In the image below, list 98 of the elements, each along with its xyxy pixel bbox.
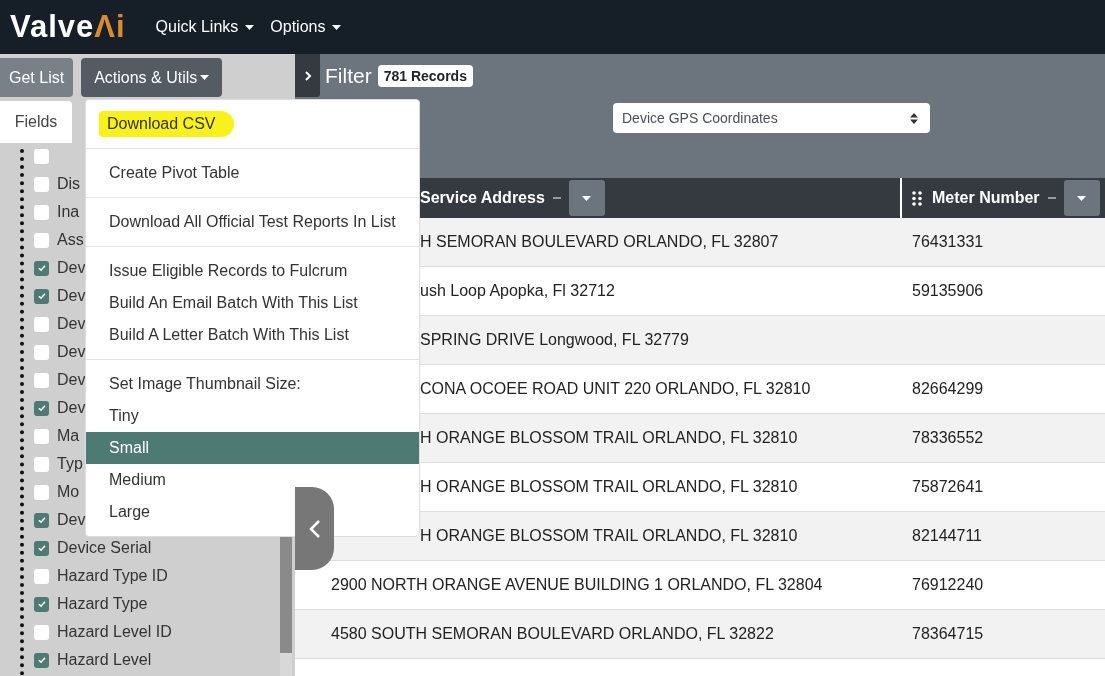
table-cell: 76912240 (912, 576, 984, 593)
field-label: Dev (57, 287, 86, 305)
checkbox[interactable] (34, 428, 49, 444)
checkbox[interactable] (34, 204, 49, 220)
field-label: Ass (57, 231, 84, 249)
field-label: Ma (57, 427, 80, 445)
table-cell: 76431331 (912, 233, 984, 250)
table-cell: 78336552 (912, 429, 984, 446)
checkbox[interactable] (34, 512, 49, 528)
field-label: Hazard Type (57, 595, 148, 613)
menu-item[interactable]: Build A Letter Batch With This List (86, 319, 419, 351)
column-menu-button[interactable] (1063, 180, 1100, 216)
nav-menu[interactable]: Quick Links (147, 18, 263, 36)
checkbox[interactable] (34, 372, 49, 388)
checkbox[interactable] (34, 260, 49, 276)
field-label: Device Serial (57, 539, 152, 557)
field-label: Dev (57, 259, 86, 277)
menu-item[interactable]: Create Pivot Table (86, 157, 419, 189)
table-cell: H ORANGE BLOSSOM TRAIL ORLANDO, FL 32810 (420, 478, 798, 495)
check-icon (36, 403, 47, 413)
chevron-left-icon (308, 518, 321, 539)
checkbox[interactable] (34, 232, 49, 248)
checkbox[interactable] (34, 176, 49, 192)
caret-icon (582, 195, 592, 201)
menu-option[interactable]: Small (86, 432, 419, 464)
dash-icon (1047, 197, 1056, 199)
column-header[interactable]: Meter Number (932, 189, 1040, 207)
caret-icon (332, 24, 342, 30)
field-label: Dis (57, 175, 81, 193)
record-count-badge: 781 Records (377, 64, 473, 87)
logo[interactable]: ValveΛi (10, 9, 126, 45)
field-label: Dev (57, 399, 86, 417)
checkbox[interactable] (34, 316, 49, 332)
checkbox[interactable] (34, 148, 49, 164)
field-label: Mo (57, 483, 80, 501)
nav-menu[interactable]: Options (262, 18, 350, 36)
sort-arrows-icon (910, 112, 918, 124)
caret-icon (200, 75, 210, 80)
check-icon (36, 543, 47, 553)
menu-item[interactable]: Download CSV (86, 108, 419, 140)
table-cell: 2900 NORTH ORANGE AVENUE BUILDING 1 ORLANDO, FL 32804 (331, 576, 823, 593)
table-cell: H ORANGE BLOSSOM TRAIL ORLANDO, FL 32810 (420, 527, 798, 544)
checkbox[interactable] (34, 568, 49, 584)
field-label: Dev (57, 343, 86, 361)
caret-icon (1077, 195, 1087, 201)
check-icon (36, 515, 47, 525)
checkbox[interactable] (34, 400, 49, 416)
menu-item[interactable]: Issue Eligible Records to Fulcrum (86, 255, 419, 287)
fields-tab[interactable]: Fields (0, 101, 72, 143)
column-menu-button[interactable] (568, 180, 605, 216)
table-cell: 82664299 (912, 380, 984, 397)
check-icon (36, 599, 47, 609)
checkbox[interactable] (34, 456, 49, 472)
checkbox[interactable] (34, 596, 49, 612)
table-cell: 59135906 (912, 282, 984, 299)
menu-header: Set Image Thumbnail Size: (108, 374, 302, 394)
table-cell: 75872641 (912, 478, 984, 495)
field-label: Dev (57, 315, 86, 333)
menu-option[interactable]: Large (86, 496, 419, 528)
column-select[interactable]: Device GPS Coordinates (613, 103, 930, 133)
chevron-right-icon (302, 69, 313, 82)
expand-button[interactable] (295, 54, 320, 97)
dash-icon (552, 197, 561, 199)
field-label: Hazard Level (57, 651, 152, 669)
check-icon (36, 263, 47, 273)
menu-option[interactable]: Medium (86, 464, 419, 496)
check-icon (36, 291, 47, 301)
checkbox[interactable] (34, 344, 49, 360)
column-header[interactable]: Service Address (420, 189, 545, 207)
field-label: Hazard Type ID (57, 567, 168, 585)
menu-option[interactable]: Tiny (86, 400, 419, 432)
checkbox[interactable] (34, 484, 49, 500)
filter-title: Filter (325, 63, 372, 88)
caret-icon (245, 24, 255, 30)
check-icon (36, 655, 47, 665)
field-label: Hazard Level ID (57, 623, 172, 641)
field-label: Ina (57, 203, 80, 221)
checkbox[interactable] (34, 624, 49, 640)
table-cell: CONA OCOEE ROAD UNIT 220 ORLANDO, FL 32810 (420, 380, 811, 397)
table-cell: 4580 SOUTH SEMORAN BOULEVARD ORLANDO, FL 32822 (331, 625, 774, 642)
drag-handle-icon[interactable] (912, 190, 922, 206)
checkbox[interactable] (34, 288, 49, 304)
checkbox[interactable] (34, 540, 49, 556)
table-cell: ush Loop Apopka, Fl 32712 (420, 282, 615, 299)
field-label: Dev (57, 371, 86, 389)
checkbox[interactable] (34, 652, 49, 668)
table-cell: 78364715 (912, 625, 984, 642)
field-label: Dev (57, 511, 86, 529)
field-label: Typ (57, 455, 83, 473)
table-cell: 82144711 (912, 527, 982, 544)
menu-item[interactable]: Build An Email Batch With This List (86, 287, 419, 319)
get-list-button[interactable]: Get List (0, 58, 74, 97)
collapse-button[interactable] (295, 487, 334, 570)
table-cell: H SEMORAN BOULEVARD ORLANDO, FL 32807 (420, 233, 779, 250)
menu-item[interactable]: Download All Official Test Reports In List (86, 206, 419, 238)
table-cell: H ORANGE BLOSSOM TRAIL ORLANDO, FL 32810 (420, 429, 798, 446)
table-cell: SPRING DRIVE Longwood, FL 32779 (420, 331, 689, 348)
actions-button[interactable]: Actions & Utils (81, 58, 223, 97)
